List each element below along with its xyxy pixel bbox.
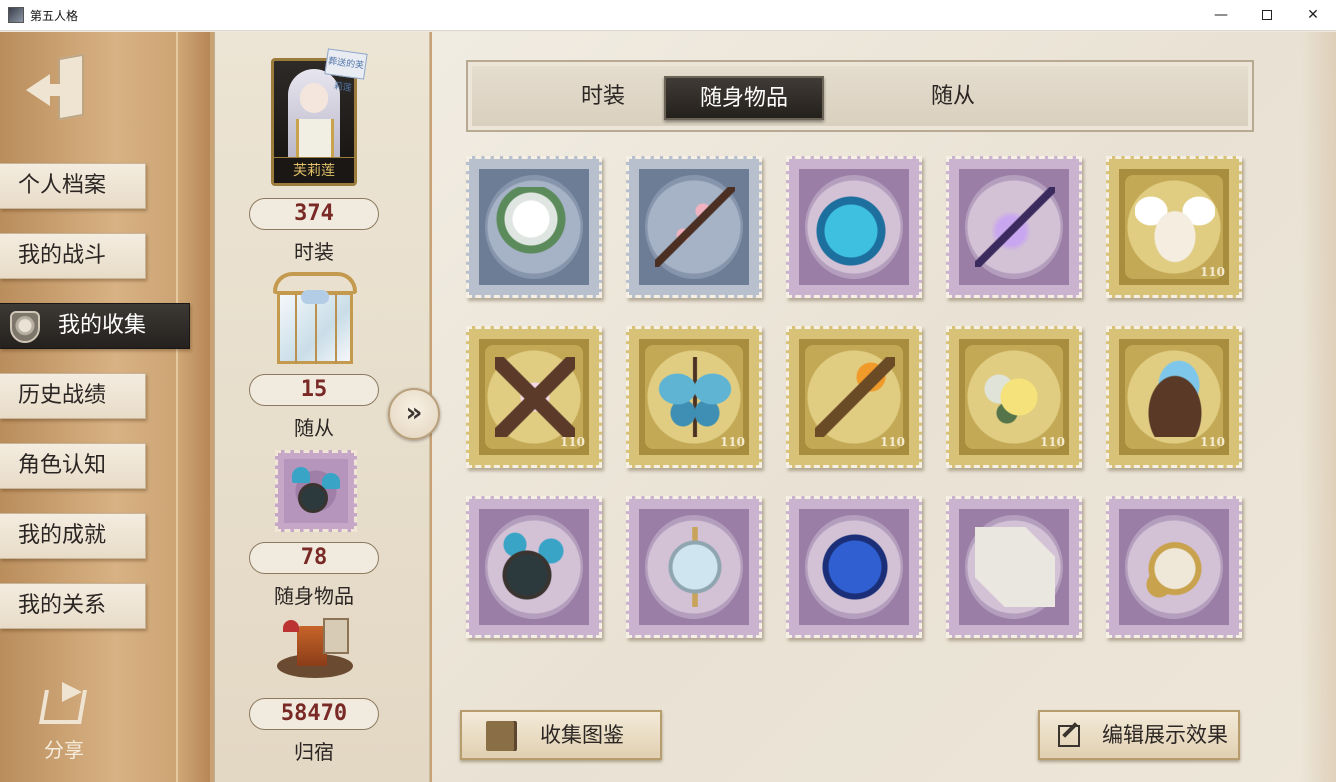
stamp-value-label: 110 xyxy=(1199,435,1225,449)
whale-icon xyxy=(815,187,895,267)
collection-main-panel: 时装 随身物品 随从 110 110 110 110 110 110 收集图鉴 编辑展示效… xyxy=(432,32,1336,782)
stamp-value-label: 110 xyxy=(879,435,905,449)
butterfly-icon xyxy=(655,357,735,437)
scepter-icon xyxy=(815,357,895,437)
home-label: 归宿 xyxy=(294,740,334,764)
stamp-value-label: 110 xyxy=(1199,265,1225,279)
accessory-stamp-flame-scepter[interactable]: 110 xyxy=(786,326,922,468)
accessory-stamp-blue-butterfly[interactable]: 110 xyxy=(626,326,762,468)
accessory-stamp-winged-letter[interactable]: 110 xyxy=(1106,156,1242,298)
back-arrow-icon xyxy=(26,74,50,106)
nav-item-profile[interactable]: 个人档案 xyxy=(0,163,146,209)
accessory-stamp-azure-feather-nest[interactable]: 110 xyxy=(1106,326,1242,468)
white-rose-icon xyxy=(495,187,575,267)
maximize-icon xyxy=(1262,10,1272,20)
nav-item-battles[interactable]: 我的战斗 xyxy=(0,233,146,279)
plum-branch-icon xyxy=(655,187,735,267)
accessory-count: 78 xyxy=(249,542,379,574)
minimize-button[interactable]: — xyxy=(1198,0,1244,31)
tab-followers[interactable]: 随从 xyxy=(878,76,1028,120)
nav-item-character-mastery[interactable]: 角色认知 xyxy=(0,443,146,489)
wand-icon xyxy=(975,187,1055,267)
feather-nest-icon xyxy=(1135,357,1215,437)
follower-cage-icon xyxy=(271,272,359,366)
expand-button[interactable]: » xyxy=(388,388,440,440)
home-furniture-icon xyxy=(277,618,353,690)
exit-button[interactable] xyxy=(24,53,94,124)
character-name: 芙莉莲 xyxy=(274,157,354,183)
shield-icon xyxy=(10,311,40,343)
winged-letter-icon xyxy=(1135,187,1215,267)
alarm-clock-icon xyxy=(495,527,575,607)
book-icon xyxy=(486,721,514,751)
accessory-stamp-yellow-rose-skull[interactable]: 110 xyxy=(946,326,1082,468)
share-label: 分享 xyxy=(44,738,84,762)
tab-accessories[interactable]: 随身物品 xyxy=(664,76,824,120)
accessory-stamp-ballerina-cross[interactable]: 110 xyxy=(466,326,602,468)
costume-count: 374 xyxy=(249,198,379,230)
stamp-value-label: 110 xyxy=(719,435,745,449)
collab-tag: 葬送的芙莉莲 xyxy=(324,48,368,94)
pillow-icon xyxy=(975,527,1055,607)
accessory-stamp-plum-blossom-branch[interactable] xyxy=(626,156,762,298)
gem-heart-icon xyxy=(815,527,895,607)
accessory-stamp-golden-pocket-watch[interactable] xyxy=(1106,496,1242,638)
share-button[interactable]: 分享 xyxy=(36,682,100,762)
window-titlebar: 第五人格 — ✕ xyxy=(0,0,1336,31)
nav-item-collection[interactable]: 我的收集 xyxy=(0,303,190,349)
accessory-stamp-treble-clef-orb[interactable] xyxy=(626,496,762,638)
pocket-watch-icon xyxy=(1135,527,1215,607)
window-title: 第五人格 xyxy=(30,9,79,23)
close-button[interactable]: ✕ xyxy=(1290,0,1336,31)
follower-label: 随从 xyxy=(294,416,334,440)
character-portrait[interactable]: 葬送的芙莉莲 芙莉莲 xyxy=(271,48,368,186)
yellow-rose-icon xyxy=(975,357,1055,437)
edit-icon xyxy=(1058,725,1080,747)
accessory-stamp-white-rose-boutonniere[interactable] xyxy=(466,156,602,298)
maximize-button[interactable] xyxy=(1244,0,1290,31)
left-nav-panel: 个人档案 我的战斗 我的收集 历史战绩 角色认知 我的成就 我的关系 分享 xyxy=(0,32,210,782)
stamp-value-label: 110 xyxy=(559,435,585,449)
category-tabs: 时装 随身物品 随从 xyxy=(466,60,1254,132)
accessory-stamp-bell-alarm-clock[interactable] xyxy=(466,496,602,638)
nav-item-relations[interactable]: 我的关系 xyxy=(0,583,146,629)
nav-item-history[interactable]: 历史战绩 xyxy=(0,373,146,419)
accessory-stamp-crystal-pillow[interactable] xyxy=(946,496,1082,638)
follower-count: 15 xyxy=(249,374,379,406)
collection-gallery-button[interactable]: 收集图鉴 xyxy=(460,710,662,760)
treble-clef-icon xyxy=(655,527,735,607)
stamp-value-label: 110 xyxy=(1039,435,1065,449)
accessory-stamp-crystal-whale[interactable] xyxy=(786,156,922,298)
edit-display-button[interactable]: 编辑展示效果 xyxy=(1038,710,1240,760)
accessory-stamp-violet-wand[interactable] xyxy=(946,156,1082,298)
ballerina-icon xyxy=(495,357,575,437)
accessory-stamp-sapphire-heart[interactable] xyxy=(786,496,922,638)
costume-label: 时装 xyxy=(294,240,334,264)
home-count: 58470 xyxy=(249,698,379,730)
accessory-label: 随身物品 xyxy=(274,584,354,608)
app-icon xyxy=(8,7,24,23)
accessory-stamp-icon xyxy=(275,450,357,532)
tab-costumes[interactable]: 时装 xyxy=(528,76,678,120)
nav-item-achievements[interactable]: 我的成就 xyxy=(0,513,146,559)
game-area: 个人档案 我的战斗 我的收集 历史战绩 角色认知 我的成就 我的关系 分享 葬送… xyxy=(0,32,1336,782)
